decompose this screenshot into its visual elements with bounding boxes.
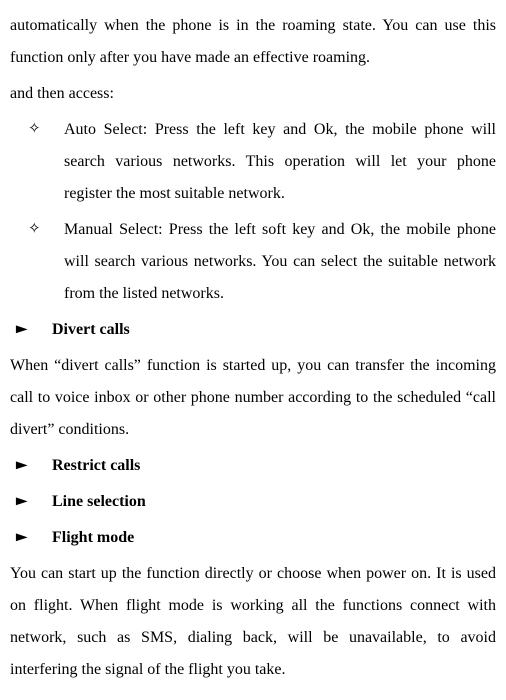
section-heading-line: Line selection: [10, 486, 496, 518]
intro-paragraph-2: and then access:: [10, 78, 496, 110]
list-item: Auto Select: Press the left key and Ok, …: [10, 114, 496, 210]
intro-paragraph-1: automatically when the phone is in the r…: [10, 10, 496, 74]
section-list-2: Restrict calls Line selection Flight mod…: [10, 450, 496, 554]
select-list: Auto Select: Press the left key and Ok, …: [10, 114, 496, 310]
section-list-1: Divert calls: [10, 314, 496, 346]
divert-body: When “divert calls” function is started …: [10, 350, 496, 446]
flight-body: You can start up the function directly o…: [10, 558, 496, 686]
section-heading-flight: Flight mode: [10, 522, 496, 554]
section-heading-restrict: Restrict calls: [10, 450, 496, 482]
list-item: Manual Select: Press the left soft key a…: [10, 214, 496, 310]
section-heading-divert: Divert calls: [10, 314, 496, 346]
